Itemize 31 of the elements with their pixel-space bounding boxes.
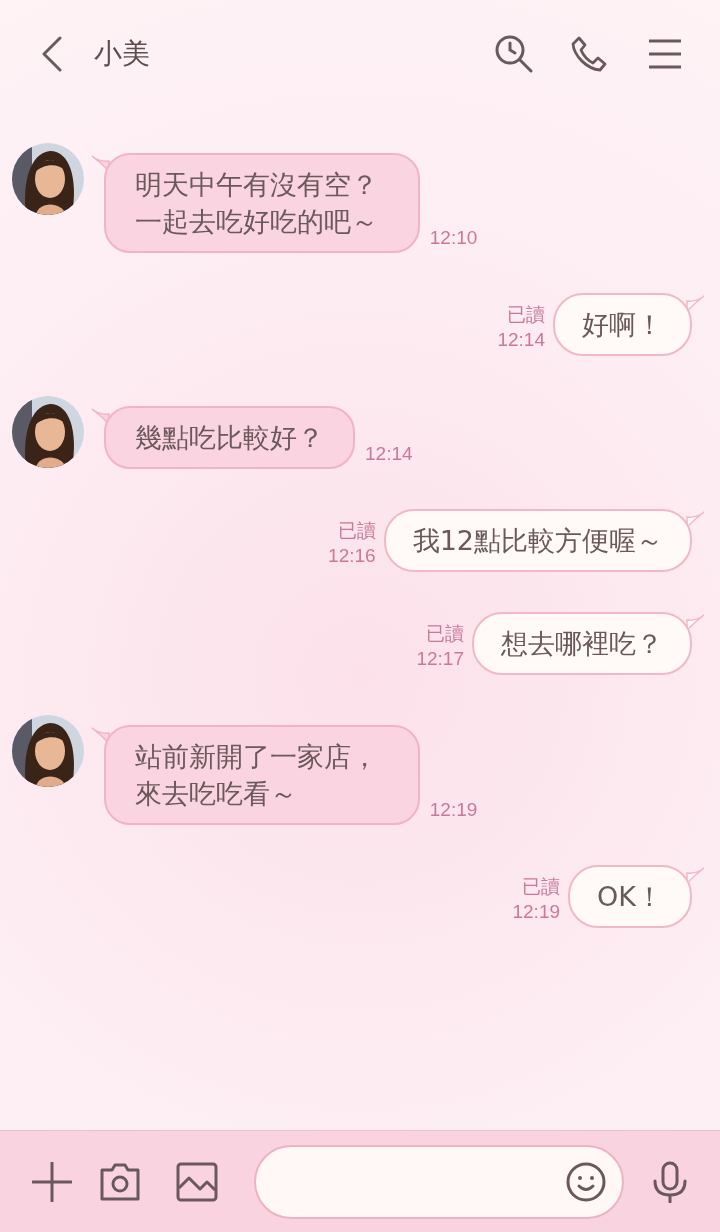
camera-icon[interactable] [98, 1161, 142, 1202]
search-icon[interactable] [494, 34, 534, 74]
image-icon[interactable] [176, 1161, 218, 1202]
emoji-icon[interactable] [566, 1161, 606, 1202]
message-time: 12:16 [328, 544, 376, 568]
message-time: 12:19 [512, 900, 561, 924]
message-time: 12:14 [497, 328, 545, 352]
message-time: 12:10 [429, 227, 478, 248]
message-time: 12:14 [365, 443, 413, 464]
message-bubble: 幾點吃比較好？ [104, 406, 355, 469]
bubble-tail [685, 867, 705, 885]
message-bubble: 想去哪裡吃？ [472, 612, 692, 675]
message-time: 12:19 [429, 799, 478, 820]
bubble-tail [685, 295, 705, 313]
microphone-icon[interactable] [652, 1160, 688, 1203]
message-bubble: OK！ [568, 865, 692, 928]
phone-icon[interactable] [570, 35, 608, 73]
message-bubble: 好啊！ [553, 293, 692, 356]
message-time: 12:17 [416, 647, 464, 671]
read-receipt: 已讀 [426, 622, 464, 646]
message-bubble: 站前新開了一家店，來去吃吃看～ [104, 725, 420, 825]
plus-icon[interactable] [32, 1161, 72, 1202]
read-receipt: 已讀 [522, 875, 561, 899]
menu-icon[interactable] [648, 39, 682, 69]
bubble-tail [685, 614, 705, 632]
read-receipt: 已讀 [507, 303, 545, 327]
bubble-tail [685, 511, 705, 529]
message-bubble: 我12點比較方便喔～ [383, 509, 692, 572]
message-bubble: 明天中午有沒有空？一起去吃好吃的吧～ [104, 153, 420, 253]
chat-title: 小美 [94, 36, 150, 72]
read-receipt: 已讀 [337, 519, 376, 543]
